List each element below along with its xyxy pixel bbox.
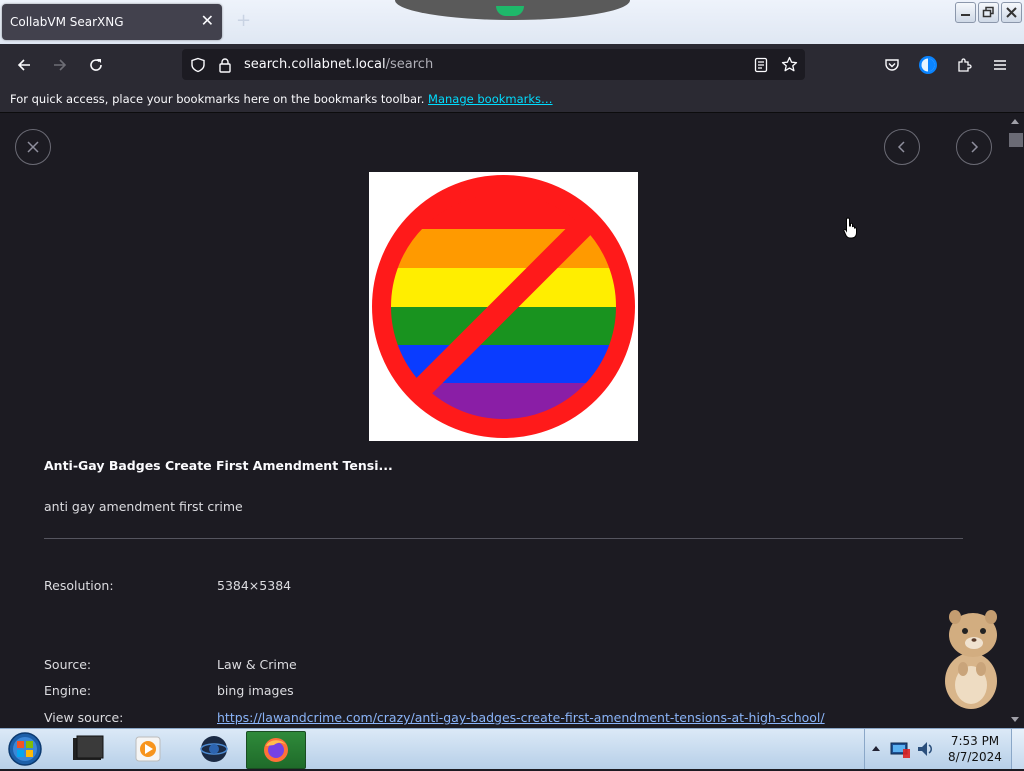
- engine-value: bing images: [217, 683, 294, 698]
- shield-icon[interactable]: [190, 57, 206, 77]
- menu-icon[interactable]: [988, 53, 1012, 77]
- tab-title: CollabVM SearXNG: [10, 15, 124, 29]
- reader-view-icon[interactable]: [754, 57, 768, 77]
- pocket-icon[interactable]: [880, 53, 904, 77]
- manage-bookmarks-link[interactable]: Manage bookmarks…: [428, 92, 553, 106]
- close-icon[interactable]: [15, 129, 51, 165]
- start-button[interactable]: [6, 731, 44, 767]
- mouse-cursor-icon: [843, 217, 859, 243]
- forward-icon[interactable]: [48, 53, 72, 77]
- show-desktop-button[interactable]: [1011, 729, 1024, 769]
- url-bar[interactable]: search.collabnet.local/search: [182, 49, 805, 80]
- view-source-link[interactable]: https://lawandcrime.com/crazy/anti-gay-b…: [217, 710, 825, 725]
- next-icon[interactable]: [956, 129, 992, 165]
- volume-icon[interactable]: [915, 739, 937, 759]
- prev-icon[interactable]: [884, 129, 920, 165]
- url-host: search.collabnet.local: [244, 57, 386, 72]
- result-description: anti gay amendment first crime: [44, 499, 243, 514]
- scroll-up-icon[interactable]: [1010, 117, 1020, 125]
- result-image[interactable]: [369, 172, 638, 441]
- nav-toolbar: search.collabnet.local/search: [0, 44, 1024, 86]
- system-tray: [864, 729, 941, 769]
- scroll-down-icon[interactable]: [1010, 716, 1020, 724]
- tab-close-icon[interactable]: ✕: [201, 12, 214, 30]
- taskbar-app-firefox[interactable]: [246, 731, 306, 769]
- view-source-value: https://lawandcrime.com/crazy/anti-gay-b…: [217, 710, 825, 725]
- webcam-overlay: [395, 0, 630, 20]
- result-title: Anti-Gay Badges Create First Amendment T…: [44, 458, 393, 473]
- resolution-label: Resolution:: [44, 578, 114, 593]
- taskbar-app-terminal[interactable]: [62, 731, 114, 767]
- taskbar: 7:53 PM 8/7/2024: [0, 728, 1024, 769]
- back-icon[interactable]: [12, 53, 36, 77]
- taskbar-app-network[interactable]: [188, 731, 240, 767]
- bookmarks-toolbar: For quick access, place your bookmarks h…: [0, 86, 1024, 113]
- window-controls: [955, 2, 1022, 23]
- extensions-icon[interactable]: [952, 53, 976, 77]
- reload-icon[interactable]: [84, 53, 108, 77]
- bookmarks-hint: For quick access, place your bookmarks h…: [10, 92, 425, 106]
- bookmarks-message: For quick access, place your bookmarks h…: [10, 92, 553, 106]
- url-text[interactable]: search.collabnet.local/search: [244, 57, 433, 72]
- account-icon[interactable]: [916, 53, 940, 77]
- clock-date: 8/7/2024: [948, 750, 1002, 764]
- star-icon[interactable]: [781, 56, 798, 77]
- divider: [44, 538, 963, 539]
- lock-icon[interactable]: [218, 57, 232, 77]
- image-detail-panel: Anti-Gay Badges Create First Amendment T…: [0, 113, 1006, 728]
- restore-button[interactable]: [978, 2, 999, 23]
- close-window-button[interactable]: [1001, 2, 1022, 23]
- tab-active[interactable]: CollabVM SearXNG ✕: [2, 4, 222, 40]
- webcam-led: [496, 6, 524, 16]
- scrollbar-thumb[interactable]: [1009, 133, 1023, 147]
- view-source-label: View source:: [44, 710, 124, 725]
- source-value: Law & Crime: [217, 657, 297, 672]
- resolution-value: 5384×5384: [217, 578, 292, 593]
- clock-time: 7:53 PM: [950, 734, 1000, 748]
- clock[interactable]: 7:53 PM 8/7/2024: [944, 733, 1006, 765]
- tray-expand-icon[interactable]: [871, 744, 881, 752]
- hamster-sticker: [935, 603, 1006, 717]
- taskbar-app-media-player[interactable]: [122, 731, 174, 767]
- engine-label: Engine:: [44, 683, 92, 698]
- url-path: /search: [385, 57, 434, 72]
- new-tab-button[interactable]: +: [236, 10, 251, 31]
- tab-strip: CollabVM SearXNG ✕ +: [0, 0, 1024, 44]
- scrollbar[interactable]: [1006, 113, 1024, 728]
- network-icon[interactable]: [889, 739, 911, 759]
- source-label: Source:: [44, 657, 92, 672]
- minimize-button[interactable]: [955, 2, 976, 23]
